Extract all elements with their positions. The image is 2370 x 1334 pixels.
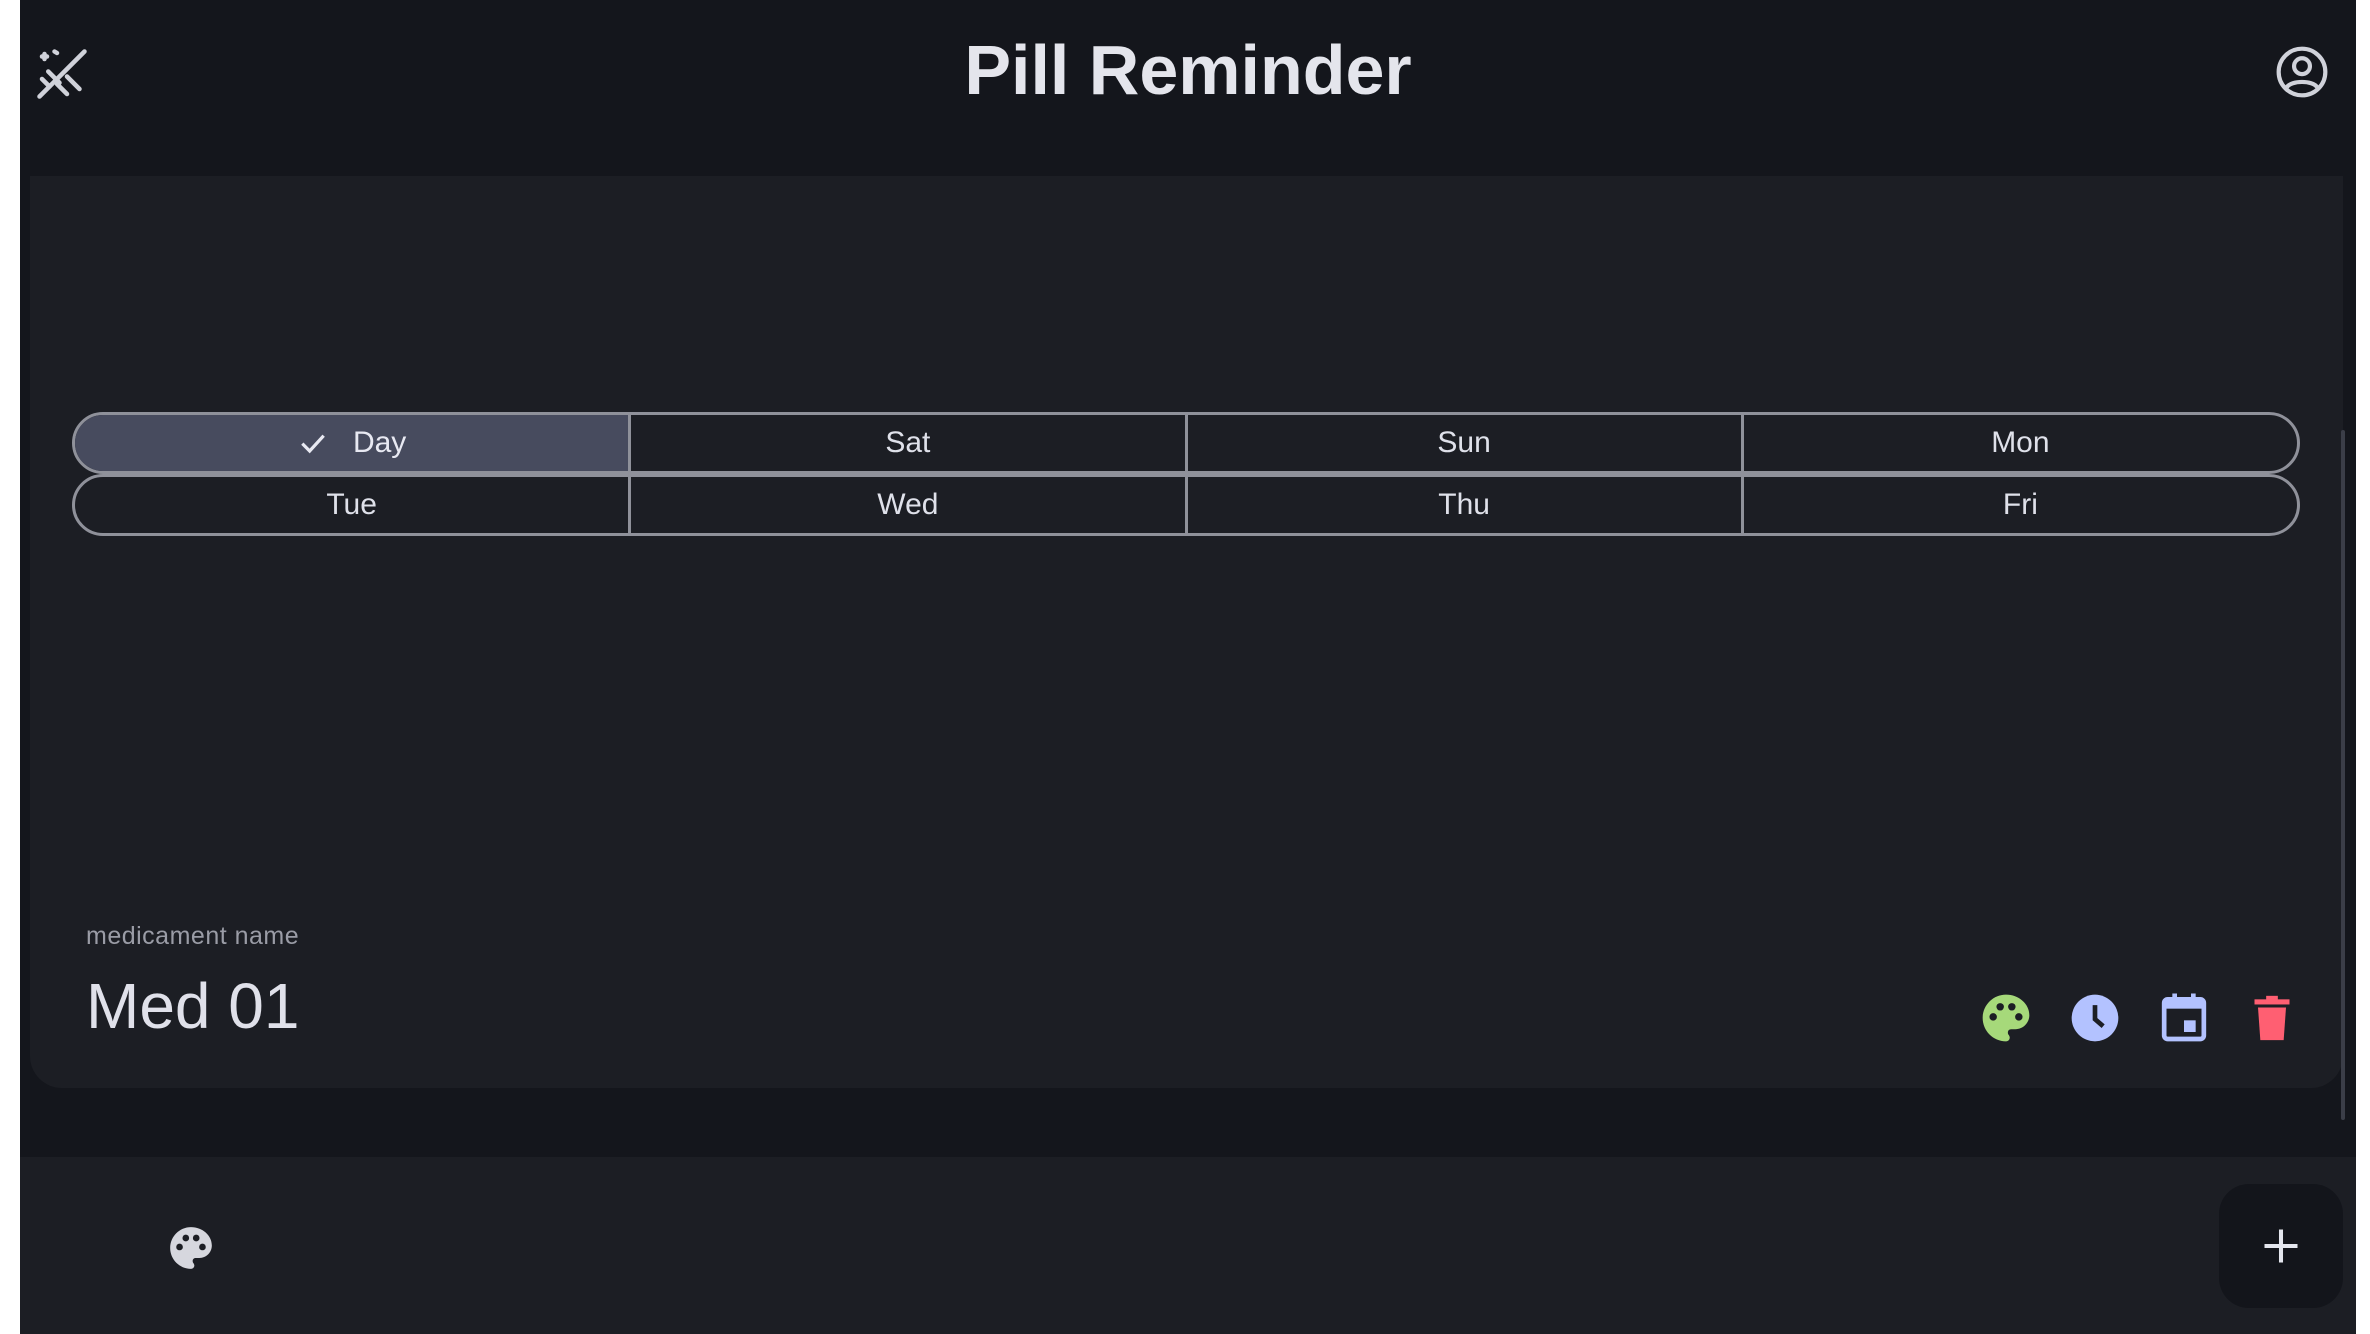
check-icon [301, 434, 325, 454]
theme-button[interactable] [166, 1223, 216, 1273]
palette-icon [170, 1227, 212, 1269]
segment-day[interactable]: Day [75, 415, 629, 471]
segment-sat[interactable]: Sat [628, 415, 1184, 471]
window-edge [2356, 0, 2370, 1334]
medicament-name-label: medicament name [86, 922, 300, 950]
calendar-icon [2161, 993, 2207, 1042]
palette-icon [1982, 994, 2030, 1042]
segment-label: Day [352, 426, 407, 459]
time-button[interactable] [2067, 990, 2123, 1046]
add-medicament-button[interactable] [2219, 1184, 2343, 1308]
app-window: Pill Reminder Day Sat Sun Mon Tue Wed Th… [20, 0, 2356, 1334]
app-title: Pill Reminder [964, 31, 1412, 109]
segment-label: Fri [2002, 488, 2038, 521]
bottom-app-bar [20, 1157, 2356, 1334]
calendar-button[interactable] [2156, 990, 2212, 1046]
color-button[interactable] [1978, 990, 2034, 1046]
segment-label: Sun [1437, 426, 1491, 459]
segment-label: Thu [1438, 488, 1490, 521]
segment-tue[interactable]: Tue [75, 477, 628, 533]
segment-mon[interactable]: Mon [1740, 415, 2297, 471]
segment-wed[interactable]: Wed [628, 477, 1184, 533]
medicament-card: Day Sat Sun Mon Tue Wed Thu Fri medicame… [30, 176, 2343, 1088]
delete-button[interactable] [2244, 990, 2300, 1046]
top-app-bar: Pill Reminder [20, 0, 2356, 174]
segment-fri[interactable]: Fri [1740, 477, 2297, 533]
scrollbar[interactable] [2341, 430, 2345, 1120]
day-selector-row-2: Tue Wed Thu Fri [72, 474, 2300, 536]
account-circle-icon [2276, 46, 2328, 98]
plus-icon [2264, 1229, 2298, 1263]
segment-sun[interactable]: Sun [1184, 415, 1741, 471]
account-button[interactable] [2274, 44, 2330, 100]
segment-label: Tue [326, 488, 377, 521]
segment-label: Wed [877, 488, 939, 521]
medicament-name-field[interactable]: Med 01 [86, 966, 299, 1046]
clock-icon [2071, 994, 2119, 1042]
segment-label: Mon [1991, 426, 2050, 459]
segment-thu[interactable]: Thu [1184, 477, 1741, 533]
day-selector-row-1: Day Sat Sun Mon [72, 412, 2300, 474]
segment-label: Sat [885, 426, 931, 459]
delete-icon [2254, 995, 2290, 1041]
